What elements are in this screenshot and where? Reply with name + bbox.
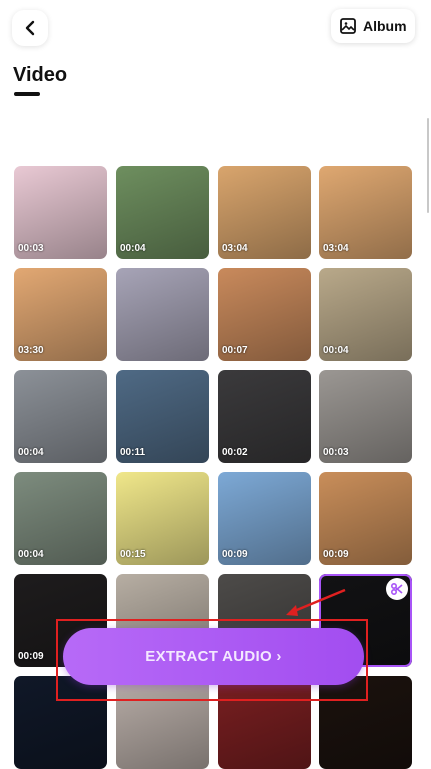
video-thumbnail[interactable]: 00:11 (116, 370, 209, 463)
video-thumbnail[interactable] (116, 676, 209, 769)
video-duration: 03:04 (323, 243, 349, 254)
video-thumbnail[interactable]: 03:04 (319, 166, 412, 259)
selected-check-icon[interactable] (386, 578, 408, 600)
video-thumbnail[interactable] (14, 676, 107, 769)
video-duration: 00:04 (18, 549, 44, 560)
video-duration: 00:09 (222, 549, 248, 560)
video-duration: 00:03 (323, 447, 349, 458)
video-thumbnail[interactable]: 00:04 (14, 472, 107, 565)
video-duration: 00:03 (18, 243, 44, 254)
video-thumbnail[interactable]: 00:04 (14, 370, 107, 463)
video-thumbnail[interactable]: 00:15 (116, 472, 209, 565)
video-thumbnail[interactable] (116, 268, 209, 361)
top-bar: Album (0, 0, 431, 56)
video-duration: 00:02 (222, 447, 248, 458)
video-thumbnail[interactable]: 00:04 (116, 166, 209, 259)
video-thumbnail[interactable] (218, 676, 311, 769)
video-thumbnail[interactable]: 00:04 (319, 268, 412, 361)
extract-audio-button[interactable]: EXTRACT AUDIO › (63, 628, 364, 685)
chevron-left-icon (25, 20, 35, 36)
video-thumbnail[interactable] (319, 676, 412, 769)
album-label: Album (363, 18, 407, 34)
video-duration: 00:07 (222, 345, 248, 356)
video-thumbnail[interactable]: 00:02 (218, 370, 311, 463)
video-thumbnail[interactable]: 00:03 (14, 166, 107, 259)
title-underline (14, 92, 40, 96)
video-duration: 00:09 (18, 651, 44, 662)
video-duration: 00:15 (120, 549, 146, 560)
video-duration: 00:04 (120, 243, 146, 254)
video-thumbnail[interactable]: 00:09 (218, 472, 311, 565)
video-duration: 00:04 (18, 447, 44, 458)
back-button[interactable] (12, 10, 48, 46)
image-icon (340, 18, 356, 34)
video-thumbnail[interactable]: 03:04 (218, 166, 311, 259)
video-duration: 03:30 (18, 345, 44, 356)
video-thumbnail[interactable]: 00:03 (319, 370, 412, 463)
page-title: Video (13, 64, 68, 86)
video-duration: 03:04 (222, 243, 248, 254)
video-duration: 00:04 (323, 345, 349, 356)
video-thumbnail[interactable]: 03:30 (14, 268, 107, 361)
video-thumbnail[interactable]: 00:09 (319, 472, 412, 565)
video-duration: 00:11 (120, 447, 146, 458)
video-duration: 00:09 (323, 549, 349, 560)
video-thumbnail[interactable]: 00:07 (218, 268, 311, 361)
album-button[interactable]: Album (331, 9, 415, 43)
scrollbar[interactable] (427, 118, 429, 213)
